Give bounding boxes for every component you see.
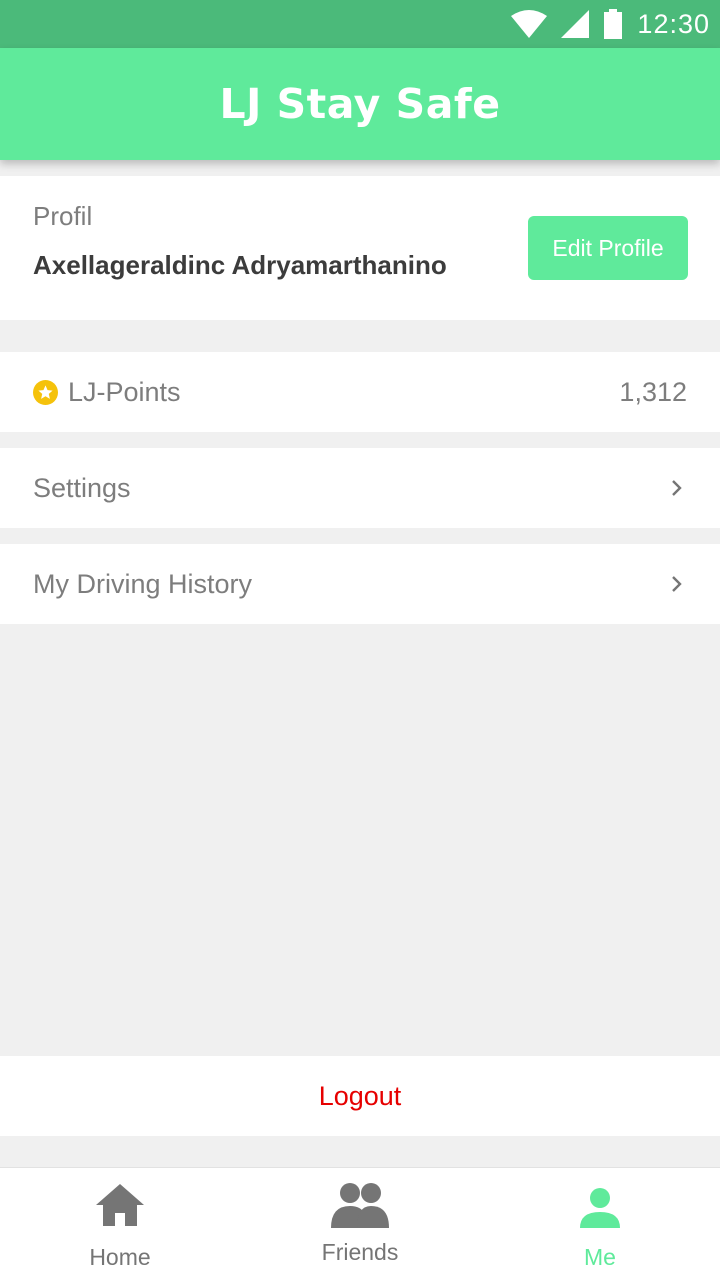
points-value: 1,312 (619, 376, 687, 407)
points-label: LJ-Points (68, 376, 181, 407)
settings-label: Settings (33, 472, 131, 503)
nav-item-home[interactable]: Home (0, 1168, 240, 1280)
logout-label: Logout (318, 1080, 402, 1111)
battery-icon (603, 9, 623, 39)
person-icon (580, 1188, 620, 1233)
driving-history-row[interactable]: My Driving History (0, 544, 720, 624)
wifi-icon (511, 10, 548, 38)
driving-history-label: My Driving History (33, 568, 253, 599)
nav-label-home: Home (89, 1244, 151, 1270)
nav-item-friends[interactable]: Friends (240, 1168, 480, 1280)
settings-row[interactable]: Settings (0, 448, 720, 528)
home-icon (96, 1184, 144, 1231)
logout-button[interactable]: Logout (0, 1056, 720, 1136)
status-bar: 12:30 (0, 0, 720, 48)
nav-label-friends: Friends (321, 1239, 399, 1265)
nav-label-me: Me (584, 1244, 616, 1270)
nav-item-me[interactable]: Me (480, 1168, 720, 1280)
bottom-nav: Home Friends Me (0, 1167, 720, 1280)
app-title: LJ Stay Safe (219, 80, 501, 128)
chevron-right-icon (671, 479, 683, 497)
profile-name: Axellageraldinc Adryamarthanino (33, 250, 447, 280)
chevron-right-icon (671, 575, 683, 593)
app-bar: LJ Stay Safe (0, 48, 720, 160)
profile-section-label: Profil (33, 201, 93, 231)
points-row: LJ-Points 1,312 (0, 352, 720, 432)
status-time: 12:30 (637, 8, 710, 39)
profile-card: Profil Axellageraldinc Adryamarthanino E… (0, 176, 720, 320)
friends-icon (331, 1182, 389, 1233)
star-icon (33, 379, 58, 405)
signal-icon (561, 10, 590, 38)
edit-profile-button[interactable]: Edit Profile (528, 216, 688, 280)
